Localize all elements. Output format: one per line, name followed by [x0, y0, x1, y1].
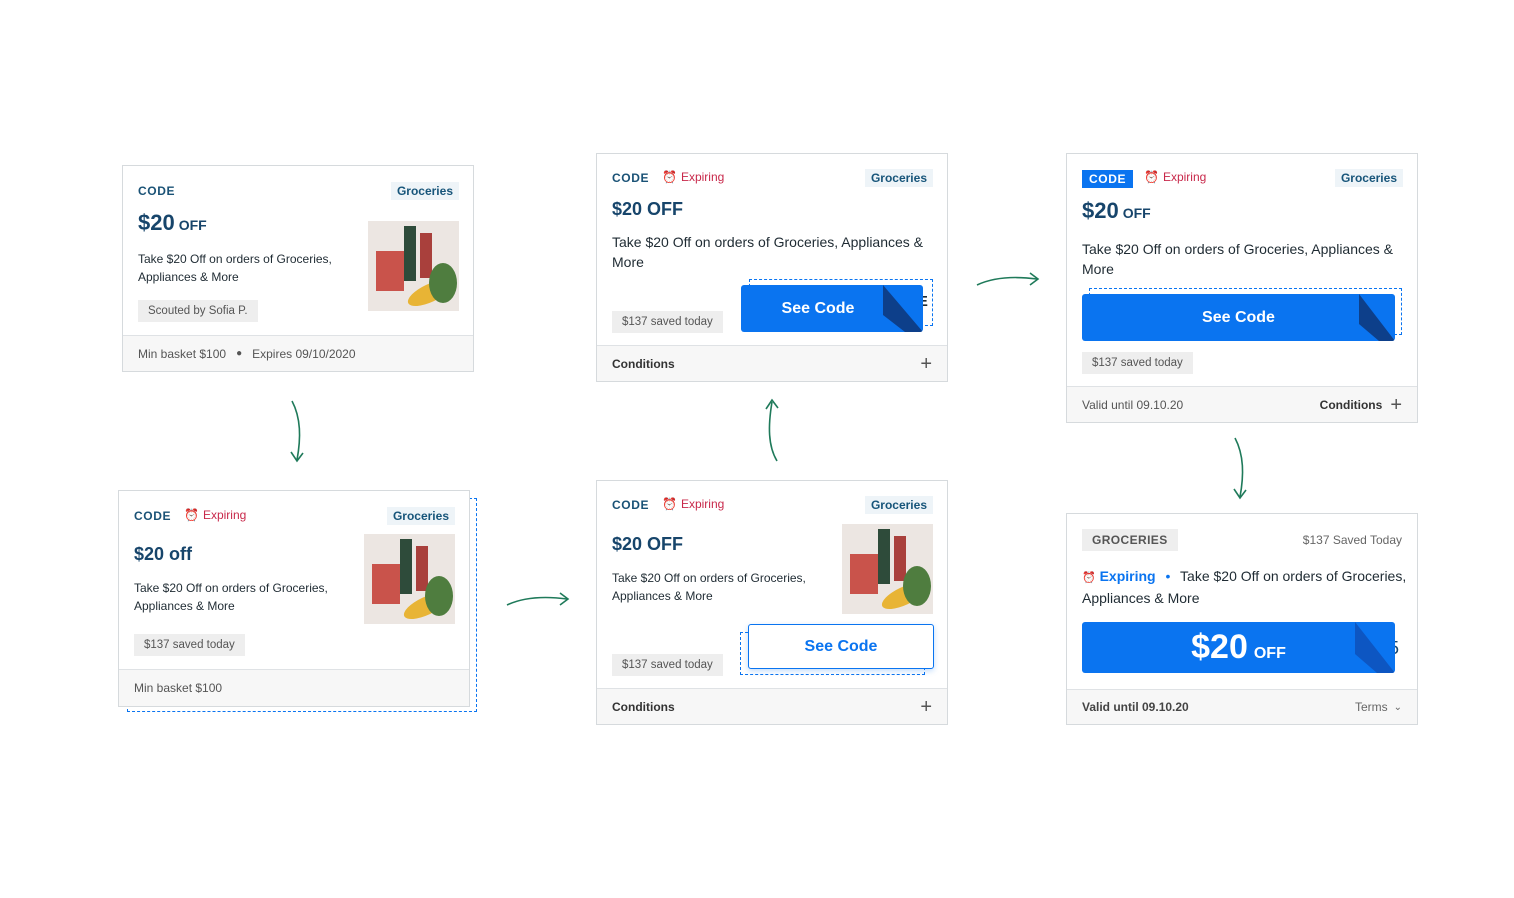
- offer-description: Take $20 Off on orders of Groceries, App…: [1082, 241, 1394, 277]
- card-footer: Conditions +: [597, 345, 947, 381]
- groceries-image: [368, 221, 459, 311]
- saved-today-text: $137 Saved Today: [1302, 533, 1402, 547]
- terms-toggle[interactable]: Terms ⌄: [1355, 700, 1402, 714]
- expiring-status: ⏰ Expiring: [184, 508, 247, 522]
- offer-price: $20 off: [134, 544, 193, 564]
- min-basket: Min basket $100: [138, 346, 227, 361]
- see-code-button[interactable]: See Code: [1082, 294, 1395, 341]
- plus-icon[interactable]: +: [920, 697, 932, 717]
- coupon-card-see-code-outline[interactable]: CODE ⏰ Expiring Groceries $20 OFF Take $2…: [596, 480, 948, 725]
- alarm-icon: ⏰: [1144, 170, 1159, 184]
- category-tag: Groceries: [386, 507, 455, 525]
- conditions-toggle[interactable]: Conditions: [612, 357, 675, 371]
- offer-price: $20 OFF: [612, 534, 684, 554]
- coupon-card-full-width-button[interactable]: CODE ⏰ Expiring Groceries $20 OFF Take $20…: [1066, 153, 1418, 423]
- code-label: CODE: [134, 509, 172, 523]
- groceries-image: [364, 534, 455, 624]
- expiring-status: ⏰ Expiring: [1082, 568, 1156, 584]
- category-tag: Groceries: [864, 169, 933, 187]
- card-footer: Valid until 09.10.20 Conditions +: [1067, 386, 1417, 422]
- saved-today-badge: $137 saved today: [612, 654, 723, 676]
- scouted-by-badge: Scouted by Sofia P.: [138, 300, 258, 322]
- flow-arrow-down-icon: [290, 400, 304, 463]
- price-reveal-button[interactable]: $20 OFF: [1082, 622, 1395, 673]
- flow-arrow-up-icon: [765, 398, 779, 462]
- code-label: CODE: [612, 498, 650, 512]
- alarm-icon: ⏰: [662, 497, 677, 511]
- expiring-status: ⏰ Expiring: [662, 497, 725, 511]
- conditions-toggle[interactable]: Conditions: [612, 700, 675, 714]
- offer-description: Take $20 Off on orders of Groceries, App…: [612, 571, 806, 603]
- category-tag: Groceries: [864, 496, 933, 514]
- card-footer: Valid until 09.10.20 Terms ⌄: [1067, 689, 1417, 724]
- expiring-status: ⏰ Expiring: [662, 170, 725, 184]
- see-code-button[interactable]: See Code: [741, 285, 923, 332]
- valid-until: Valid until 09.10.20: [1082, 700, 1189, 714]
- chevron-down-icon: ⌄: [1393, 701, 1402, 713]
- code-label: CODE: [138, 184, 176, 198]
- min-basket: Min basket $100: [134, 681, 223, 695]
- page-curl-icon: [1359, 294, 1395, 341]
- separator-dot: ●: [236, 348, 243, 359]
- groceries-image: [842, 524, 933, 614]
- code-label: CODE: [612, 171, 650, 185]
- separator-dot: •: [1165, 568, 1171, 584]
- offer-description: Take $20 Off on orders of Groceries, App…: [138, 252, 332, 284]
- card-footer: Min basket $100 ● Expires 09/10/2020: [123, 335, 473, 371]
- alarm-icon: ⏰: [662, 170, 677, 184]
- saved-today-badge: $137 saved today: [134, 634, 245, 656]
- flow-arrow-right-icon: [976, 272, 1040, 286]
- offer-price: $20 OFF: [138, 210, 207, 235]
- plus-icon[interactable]: +: [920, 354, 932, 374]
- coupon-card-expiring[interactable]: CODE ⏰ Expiring Groceries $20 off Take $2…: [118, 490, 470, 707]
- valid-until: Valid until 09.10.20: [1082, 397, 1184, 412]
- category-tag: GROCERIES: [1082, 529, 1178, 551]
- page-curl-icon: [1355, 622, 1395, 673]
- offer-price: $20 OFF: [1082, 198, 1151, 223]
- expiring-status: ⏰ Expiring: [1144, 170, 1207, 184]
- plus-icon[interactable]: +: [1390, 395, 1402, 415]
- see-code-button[interactable]: See Code: [748, 624, 934, 669]
- offer-price: $20 OFF: [612, 199, 684, 219]
- conditions-toggle[interactable]: Conditions: [1320, 398, 1383, 412]
- offer-description: Take $20 Off on orders of Groceries, App…: [612, 234, 924, 270]
- coupon-card-default[interactable]: CODE Groceries $20 OFF Take $20 Off on or…: [122, 165, 474, 372]
- offer-description: Take $20 Off on orders of Groceries, App…: [134, 581, 328, 613]
- page-curl-icon: [883, 285, 923, 332]
- alarm-icon: ⏰: [184, 508, 199, 522]
- coupon-card-compact-price-button[interactable]: GROCERIES $137 Saved Today ⏰ Expiring • …: [1066, 513, 1418, 725]
- saved-today-badge: $137 saved today: [612, 311, 723, 333]
- flow-arrow-down-icon: [1233, 437, 1247, 500]
- offer-description-row: ⏰ Expiring • Take $20 Off on orders of G…: [1082, 566, 1407, 608]
- category-tag: Groceries: [390, 182, 459, 200]
- alarm-icon: ⏰: [1082, 572, 1096, 584]
- coupon-card-see-code-filled[interactable]: CODE ⏰ Expiring Groceries $20 OFF Take $2…: [596, 153, 948, 382]
- category-tag: Groceries: [1334, 169, 1403, 187]
- code-label: CODE: [1082, 170, 1134, 188]
- flow-arrow-right-icon: [506, 592, 570, 606]
- card-footer: Conditions +: [597, 688, 947, 724]
- card-footer: Min basket $100: [119, 669, 469, 706]
- expiry-date: Expires 09/10/2020: [252, 346, 356, 361]
- saved-today-badge: $137 saved today: [1082, 352, 1193, 374]
